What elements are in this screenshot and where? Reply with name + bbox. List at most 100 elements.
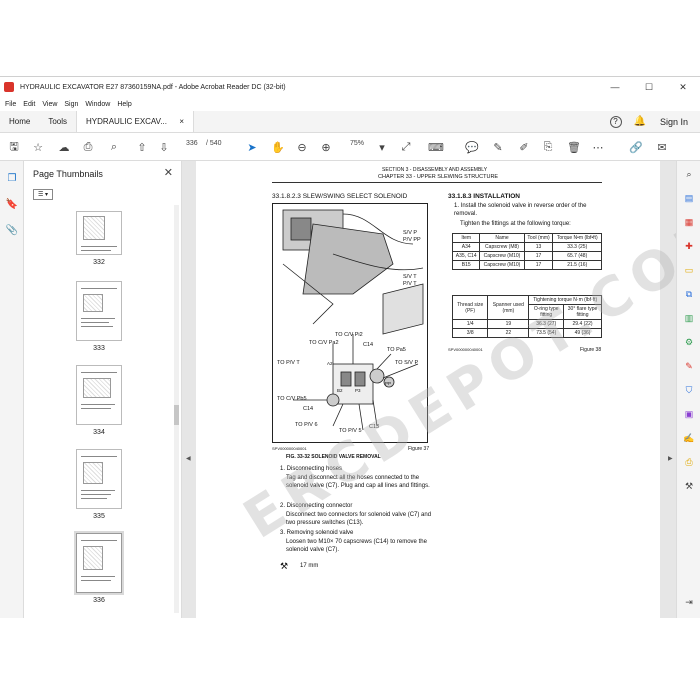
zoom-out-icon[interactable]: ⊖: [294, 139, 310, 155]
close-window-button[interactable]: ✕: [666, 77, 700, 97]
menu-view[interactable]: View: [42, 101, 57, 108]
sign-in-button[interactable]: Sign In: [660, 117, 688, 127]
title-bar: HYDRAULIC EXCAVATOR E27 87360159NA.pdf -…: [0, 77, 700, 97]
page-total: / 540: [206, 140, 222, 147]
menu-edit[interactable]: Edit: [23, 101, 35, 108]
bookmarks-icon[interactable]: 🔖: [5, 197, 19, 211]
page-number-field[interactable]: 336: [186, 140, 198, 147]
export-pdf-icon[interactable]: ▤: [682, 191, 696, 205]
torque-cell: Capscrew (M10): [479, 260, 525, 270]
document-area: SECTION 3 - DISASSEMBLY AND ASSEMBLY CHA…: [182, 161, 700, 618]
attachments-icon[interactable]: 📎: [5, 223, 19, 237]
prepare-form-icon[interactable]: ▣: [682, 407, 696, 421]
expand-pane-icon[interactable]: ⇥: [682, 595, 696, 609]
install-step-2: Tighten the fittings at the following to…: [460, 221, 571, 227]
share-link-icon[interactable]: 🔗: [628, 139, 644, 155]
bookmark-star-icon[interactable]: ☆: [30, 139, 46, 155]
thumbnail-page[interactable]: [76, 365, 122, 425]
menu-file[interactable]: File: [5, 101, 16, 108]
label-pp: PP: [385, 381, 392, 386]
thumbnail-label: 333: [93, 345, 105, 352]
create-pdf-icon[interactable]: ▦: [682, 215, 696, 229]
comment-tool-icon[interactable]: ▭: [682, 263, 696, 277]
search-icon[interactable]: ⌕: [106, 139, 122, 155]
tab-document[interactable]: HYDRAULIC EXCAV... ×: [76, 111, 195, 132]
fit-cell: 3/8: [451, 328, 489, 338]
label-pv-t-2: TO P/V T: [277, 360, 300, 366]
thumbnail-scrollbar[interactable]: [174, 205, 179, 613]
tab-bar: Home Tools HYDRAULIC EXCAV... × ? 🔔 Sign…: [0, 111, 700, 133]
maximize-button[interactable]: ☐: [632, 77, 666, 97]
torque-cell: 33.3 (25): [552, 242, 602, 252]
draw-icon[interactable]: ✐: [516, 139, 532, 155]
fill-sign-icon[interactable]: ✍: [682, 431, 696, 445]
hand-tool-icon[interactable]: ✋: [270, 139, 286, 155]
table-row: A35, C14 Capscrew (M10) 17 65.7 (48): [451, 251, 602, 261]
search-tools-icon[interactable]: ⌕: [682, 167, 696, 181]
select-cursor-icon[interactable]: ➤: [244, 139, 260, 155]
window-controls: — ☐ ✕: [598, 77, 700, 97]
zoom-dropdown-icon[interactable]: ▾: [374, 139, 390, 155]
more-tools-icon[interactable]: ⋯: [590, 139, 606, 155]
torque-cell: 17: [523, 251, 554, 261]
torque-cell: Capscrew (M10): [479, 251, 525, 261]
thumbnail-page-selected[interactable]: [74, 531, 124, 595]
label-c14-bottom: C14: [303, 406, 314, 412]
zoom-level[interactable]: 75%: [350, 140, 364, 147]
tab-close-icon[interactable]: ×: [179, 117, 184, 126]
label-c14-top: C14: [363, 342, 374, 348]
right-tools-pane: ⌕ ▤ ▦ ✚ ▭ ⧉ ▥ ⚙ ✎ ⛉ ▣ ✍ ⎙ ⚒ ⇥: [676, 161, 700, 618]
pdf-page: SECTION 3 - DISASSEMBLY AND ASSEMBLY CHA…: [196, 161, 700, 618]
label-pv6: TO P/V 6: [295, 422, 318, 428]
menu-window[interactable]: Window: [85, 101, 110, 108]
edit-pdf-icon[interactable]: ✚: [682, 239, 696, 253]
comment-icon[interactable]: 💬: [464, 139, 480, 155]
stamp-icon[interactable]: ⎘: [540, 139, 556, 155]
label-sv-t: S/V T: [403, 274, 417, 280]
menu-help[interactable]: Help: [117, 101, 131, 108]
toolbar: 🖫 ☆ ☁ ⎙ ⌕ ⇧ ⇩ 336 / 540 ➤ ✋ ⊖ ⊕ 75% ▾ ⤢ …: [0, 133, 700, 161]
thumbnail-options-icon[interactable]: ☰ ▾: [33, 189, 53, 200]
torque-cell: 65.7 (48): [552, 251, 602, 261]
redact-icon[interactable]: ✎: [682, 359, 696, 373]
figure-code: SPV000000040001: [272, 446, 307, 451]
bell-icon[interactable]: 🔔: [634, 116, 646, 127]
collapse-right-icon[interactable]: ▶: [668, 455, 673, 462]
organize-pages-icon[interactable]: ▥: [682, 311, 696, 325]
label-sv-p: S/V P: [403, 230, 418, 236]
page-up-icon[interactable]: ⇧: [134, 139, 150, 155]
thumbnail-page[interactable]: [76, 281, 122, 341]
thumbnail-scroll-thumb[interactable]: [174, 405, 179, 425]
table-row: B15 Capscrew (M10) 17 21.5 (16): [451, 260, 602, 270]
send-for-comments-icon[interactable]: ⎙: [682, 455, 696, 469]
collapse-left-icon[interactable]: ◀: [186, 455, 191, 462]
protect-icon[interactable]: ⛉: [682, 383, 696, 397]
cloud-upload-icon[interactable]: ☁: [56, 139, 72, 155]
torque-cell: 21.5 (16): [552, 260, 602, 270]
right-section-title: 33.1.8.3 INSTALLATION: [448, 193, 520, 200]
page-thumbnails-icon[interactable]: ❐: [5, 171, 19, 185]
menu-sign[interactable]: Sign: [64, 101, 78, 108]
combine-files-icon[interactable]: ⧉: [682, 287, 696, 301]
print-icon[interactable]: ⎙: [80, 139, 96, 155]
minimize-button[interactable]: —: [598, 77, 632, 97]
page-down-icon[interactable]: ⇩: [156, 139, 172, 155]
thumbnail-page[interactable]: [76, 211, 122, 255]
save-icon[interactable]: 🖫: [6, 139, 22, 155]
label-cv-pb5: TO C/V Pb5: [277, 396, 307, 402]
zoom-in-icon[interactable]: ⊕: [318, 139, 334, 155]
email-icon[interactable]: ✉: [654, 139, 670, 155]
help-icon[interactable]: ?: [609, 115, 622, 128]
tab-tools[interactable]: Tools: [39, 111, 76, 132]
highlight-pen-icon[interactable]: ✎: [490, 139, 506, 155]
keyboard-icon[interactable]: ⌨: [428, 139, 444, 155]
thumbnail-page[interactable]: [76, 449, 122, 509]
torque-cell: A35, C14: [451, 251, 481, 261]
tab-home[interactable]: Home: [0, 111, 39, 132]
fit-page-icon[interactable]: ⤢: [398, 139, 414, 155]
compress-pdf-icon[interactable]: ⚙: [682, 335, 696, 349]
close-panel-icon[interactable]: ✕: [164, 166, 173, 179]
label-p3: P3: [355, 388, 361, 393]
more-tools-wrench-icon[interactable]: ⚒: [682, 479, 696, 493]
delete-icon[interactable]: 🗑: [566, 139, 582, 155]
